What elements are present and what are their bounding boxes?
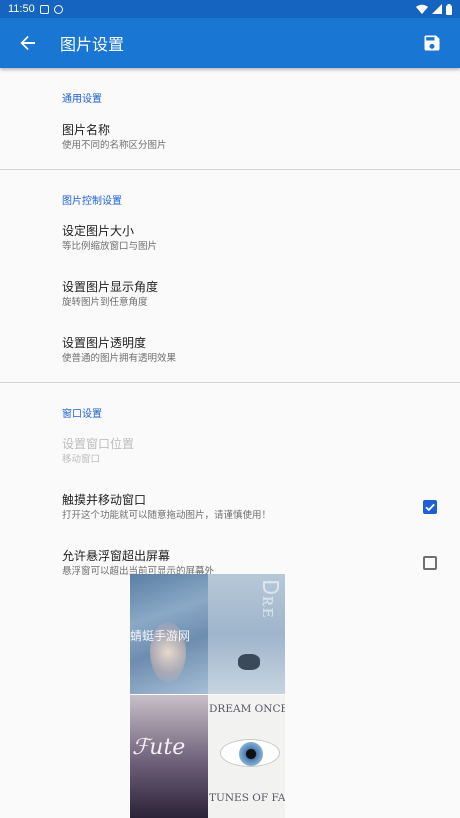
pref-summary: 打开这个功能就可以随意拖动图片，请谨慎使用！: [62, 510, 272, 521]
pref-image-angle[interactable]: 设置图片显示角度 旋转图片到任意角度: [0, 270, 460, 326]
pref-title: 设置图片透明度: [62, 336, 147, 350]
allow-offscreen-checkbox[interactable]: [423, 556, 437, 570]
script-title-art: ℱute: [132, 735, 186, 760]
signal-icon: [432, 4, 442, 14]
back-button[interactable]: [0, 18, 56, 68]
pref-title: 允许悬浮窗超出屏幕: [62, 549, 171, 563]
image-tile-eye: DREAM ONCE AGAIN TUNES OF FANTASY: [208, 695, 285, 818]
pref-title: 触摸并移动窗口: [62, 493, 147, 507]
page-title: 图片设置: [60, 35, 125, 54]
settings-list: 通用设置 图片名称 使用不同的名称区分图片 图片控制设置 设定图片大小 等比例缩…: [0, 68, 460, 595]
wifi-icon: [416, 4, 428, 14]
save-button[interactable]: [404, 18, 460, 68]
tile-text-tunes: TUNES OF FANTASY: [209, 792, 285, 804]
notification-icon: [39, 4, 49, 14]
pref-summary: 等比例缩放窗口与图片: [62, 241, 158, 252]
status-time: 11:50: [8, 3, 35, 15]
pref-summary: 移动窗口: [62, 454, 101, 465]
sim-icon: [53, 4, 63, 14]
image-tile-ocean: 蜻蜓手游网: [130, 574, 208, 694]
category-general: 通用设置: [62, 94, 102, 105]
touch-move-checkbox[interactable]: [423, 500, 437, 514]
status-right-icons: [416, 3, 452, 15]
watermark-text: 蜻蜓手游网: [130, 629, 191, 643]
pref-touch-move-window[interactable]: 触摸并移动窗口 打开这个功能就可以随意拖动图片，请谨慎使用！: [0, 483, 460, 539]
app-bar: 图片设置: [0, 18, 460, 68]
pref-image-size[interactable]: 设定图片大小 等比例缩放窗口与图片: [0, 214, 460, 270]
image-tile-seascape: Ꭰꭱꭼ: [208, 574, 285, 694]
category-image-control: 图片控制设置: [62, 196, 122, 207]
check-icon: [425, 503, 435, 512]
pref-title: 设置图片显示角度: [62, 280, 159, 294]
pref-summary: 旋转图片到任意角度: [62, 297, 148, 308]
category-window: 窗口设置: [62, 409, 102, 420]
pref-title: 设定图片大小: [62, 224, 135, 238]
pref-image-name[interactable]: 图片名称 使用不同的名称区分图片: [0, 113, 460, 169]
eye-illustration: [220, 739, 280, 767]
floating-image-window[interactable]: 蜻蜓手游网 Ꭰꭱꭼ ℱute DREAM ONCE AGAIN TUNES OF…: [130, 574, 285, 818]
status-bar: 11:50: [0, 0, 460, 18]
pref-title: 设置窗口位置: [62, 437, 135, 451]
pref-title: 图片名称: [62, 123, 111, 137]
battery-icon: [446, 3, 452, 15]
pref-window-position: 设置窗口位置 移动窗口: [0, 427, 460, 483]
arrow-back-icon: [20, 35, 35, 51]
tile-text-dream: DREAM ONCE AGAIN: [209, 703, 285, 715]
floppy-disk-icon: [424, 35, 440, 51]
pref-summary: 使普通的图片拥有透明效果: [62, 353, 177, 364]
image-tile-album-art: ℱute: [130, 695, 208, 818]
vertical-title-art: Ꭰꭱꭼ: [257, 580, 282, 619]
figure-shape: [238, 654, 260, 670]
iris-shape: [239, 742, 263, 766]
pref-image-opacity[interactable]: 设置图片透明度 使普通的图片拥有透明效果: [0, 326, 460, 382]
pref-summary: 使用不同的名称区分图片: [62, 140, 167, 151]
screen: 11:50 图片设置 通用设置 图片名称 使用不同的名称区分图片 图片控制设置 …: [0, 0, 460, 818]
